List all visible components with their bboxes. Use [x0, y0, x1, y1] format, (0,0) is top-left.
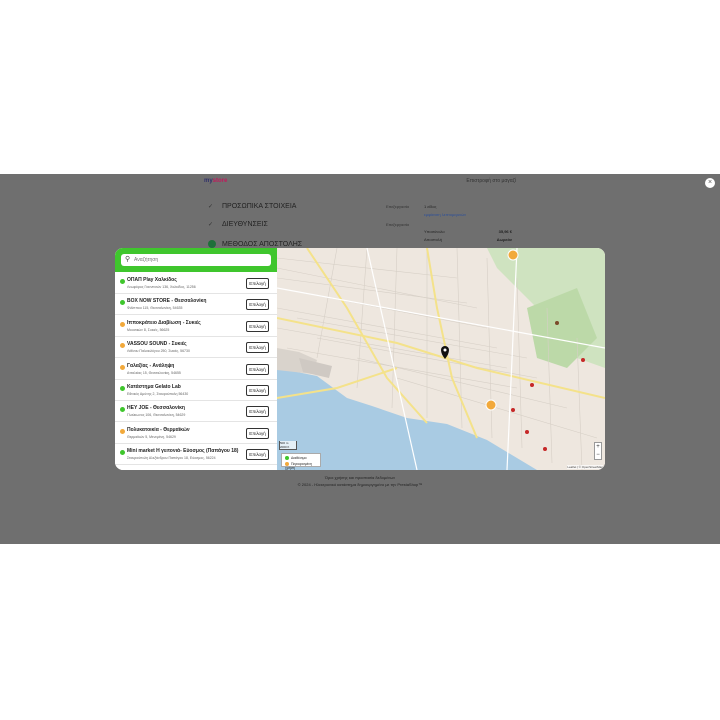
select-button[interactable]: Επιλογή — [246, 278, 269, 289]
zoom-out-button[interactable]: − — [595, 451, 601, 459]
pickup-point-address: Γλαύκωνος 106, Θεσσαλονίκη, 54629 — [127, 413, 186, 418]
pickup-point-panel: ⚲ ΟΠΑΠ Play Χαλκίδος Λεωφόρος Γιαννιτσών … — [115, 248, 277, 470]
items-count: 1 είδος — [424, 204, 437, 209]
checkout-header: mystore Επιστροφή στο μαγαζί — [200, 174, 520, 190]
pickup-marker[interactable] — [525, 430, 529, 434]
pickup-point-address: Θερμαϊκών 5, Μενεμένη, 54629 — [127, 434, 176, 439]
edit-link[interactable]: Επεξεργασία — [386, 204, 409, 209]
zoom-in-button[interactable]: + — [595, 443, 601, 451]
shipping-row: Αποστολή Δωρεάν — [424, 237, 512, 242]
select-button[interactable]: Επιλογή — [246, 342, 269, 354]
status-dot — [120, 386, 125, 391]
pickup-point-address: Μουσικών 8, Συκιές, 56625 — [127, 327, 170, 332]
status-dot — [120, 364, 125, 370]
pickup-point-address: Φιλίππου 115, Θεσσαλονίκη, 54635 — [127, 306, 183, 311]
status-dot — [120, 321, 125, 327]
select-button[interactable]: Επιλογή — [246, 427, 269, 439]
pickup-point-name: Ιπποκράτειο Διαβίωση - Συκιές — [127, 319, 201, 326]
pickup-point-row[interactable]: Ιπποκράτειο Διαβίωση - Συκιές Μουσικών 8,… — [115, 316, 277, 337]
step-label: ΜΕΘΟΔΟΣ ΑΠΟΣΤΟΛΗΣ — [222, 241, 303, 248]
pickup-point-row[interactable]: ΟΠΑΠ Play Χαλκίδος Λεωφόρος Γιαννιτσών 13… — [115, 273, 277, 294]
pickup-marker[interactable] — [581, 358, 585, 362]
cluster-marker[interactable] — [485, 399, 497, 411]
status-dot — [120, 450, 125, 456]
step-personal-info[interactable]: ✓ ΠΡΟΣΩΠΙΚΑ ΣΤΟΙΧΕΙΑ Επεξεργασία — [206, 200, 411, 216]
select-button[interactable]: Επιλογή — [246, 363, 269, 375]
pickup-point-row[interactable]: VASSOU SOUND - Συκιές Λιθίνου Παλαιολόγου… — [115, 337, 277, 359]
select-button[interactable]: Επιλογή — [246, 320, 269, 332]
status-dot — [120, 407, 125, 413]
search-input[interactable] — [134, 255, 264, 265]
map-scale: 500 m 2000 ft — [279, 441, 297, 450]
close-modal-button[interactable]: × — [705, 178, 715, 188]
check-icon: ✓ — [208, 204, 214, 210]
step-addresses[interactable]: ✓ ΔΙΕΥΘΥΝΣΕΙΣ Επεξεργασία — [206, 218, 411, 234]
pickup-point-name: Πολυκατοικία - Θερμαϊκών — [127, 426, 190, 433]
status-dot — [120, 428, 125, 434]
pickup-point-name: Mini market Η γειτονιά- Εύοσμος (Παπάγου… — [127, 448, 239, 455]
pickup-point-address: Λιθίνου Παλαιολόγου 250, Συκιές, 56730 — [127, 349, 190, 354]
step-number-badge — [208, 240, 216, 248]
zoom-control[interactable]: + − — [594, 442, 602, 460]
pickup-point-name: VASSOU SOUND - Συκιές — [127, 341, 187, 348]
pickup-point-name: Γαλαξίας - Ανάληψη — [127, 362, 175, 369]
select-button[interactable]: Επιλογή — [246, 406, 269, 418]
legend-green-dot — [285, 456, 289, 460]
copyright-text: © 2024 - Ηλεκτρονικό κατάστημα δημιουργη… — [297, 482, 423, 487]
pickup-point-address: Εθνικός Αμύνης 2, Σταυρούπολη 56430 — [127, 392, 189, 396]
terms-link[interactable]: Όροι χρήσης και προστασία δεδομένων — [200, 474, 520, 481]
pickup-point-address: Σταυρούπολη Αλεξάνδρου Παπάγου 18, Εύοσμ… — [127, 456, 216, 461]
poi-marker — [555, 321, 559, 325]
status-dot — [120, 279, 125, 284]
pickup-point-modal: ⚲ ΟΠΑΠ Play Χαλκίδος Λεωφόρος Γιαννιτσών … — [115, 248, 605, 470]
pin-center — [443, 348, 447, 352]
search-bar: ⚲ — [115, 248, 277, 272]
select-button[interactable]: Επιλογή — [246, 299, 269, 311]
show-details-link[interactable]: εμφάνιση λεπτομερειών — [424, 212, 512, 217]
map-attribution[interactable]: Leaflet | © OpenStreetMap — [567, 465, 603, 469]
select-button[interactable]: Επιλογή — [246, 385, 269, 396]
pickup-point-name: BOX NOW STORE - Θεσσαλονίκη — [127, 298, 207, 305]
pickup-point-name: ΟΠΑΠ Play Χαλκίδος — [127, 277, 177, 283]
pickup-marker[interactable] — [511, 408, 515, 412]
step-label: ΠΡΟΣΩΠΙΚΑ ΣΤΟΙΧΕΙΑ — [222, 203, 297, 210]
subtotal-row: Υποσύνολο 35,96 € — [424, 229, 512, 234]
page-footer: Όροι χρήσης και προστασία δεδομένων © 20… — [200, 474, 520, 488]
search-box[interactable]: ⚲ — [121, 254, 271, 266]
pickup-point-row[interactable]: BOX NOW STORE - Θεσσαλονίκη Φιλίππου 115,… — [115, 294, 277, 316]
pickup-point-name: HEY JOE - Θεσσαλονίκη — [127, 405, 185, 412]
map-legend: Διαθέσιμο Περιορισμένη χρήση — [281, 453, 321, 470]
status-dot — [120, 343, 125, 349]
pickup-point-row[interactable]: Κατάστημα Gelato Lab Εθνικός Αμύνης 2, Στ… — [115, 380, 277, 401]
pickup-point-address: Λεωφόρος Γιαννιτσών 136, Χαλκίδος, 11256 — [127, 285, 196, 289]
cluster-marker[interactable] — [507, 249, 519, 261]
select-button[interactable]: Επιλογή — [246, 449, 269, 461]
back-to-shop-link[interactable]: Επιστροφή στο μαγαζί — [466, 178, 516, 184]
step-label: ΔΙΕΥΘΥΝΣΕΙΣ — [222, 221, 268, 228]
pickup-point-row[interactable]: Πολυκατοικία - Θερμαϊκών Θερμαϊκών 5, Μεν… — [115, 423, 277, 444]
check-icon: ✓ — [208, 222, 214, 228]
pickup-point-row[interactable]: Γαλαξίας - Ανάληψη Ατταλείας 15, Θεσσαλον… — [115, 359, 277, 380]
pickup-point-row[interactable]: HEY JOE - Θεσσαλονίκη Γλαύκωνος 106, Θεσσ… — [115, 401, 277, 423]
map-view[interactable]: 500 m 2000 ft Διαθέσιμο Περιορισμένη χρή… — [277, 248, 605, 470]
search-icon: ⚲ — [125, 256, 131, 263]
pickup-marker[interactable] — [530, 383, 534, 387]
pickup-marker[interactable] — [543, 447, 547, 451]
edit-link[interactable]: Επεξεργασία — [386, 222, 409, 227]
store-logo[interactable]: mystore — [204, 178, 227, 184]
pickup-point-address: Ατταλείας 15, Θεσσαλονίκη, 54655 — [127, 370, 181, 375]
map-canvas[interactable] — [277, 248, 605, 470]
pickup-point-name: Κατάστημα Gelato Lab — [127, 384, 181, 390]
pickup-point-row[interactable]: Mini market Η γειτονιά- Εύοσμος (Παπάγου… — [115, 444, 277, 466]
status-dot — [120, 300, 125, 306]
